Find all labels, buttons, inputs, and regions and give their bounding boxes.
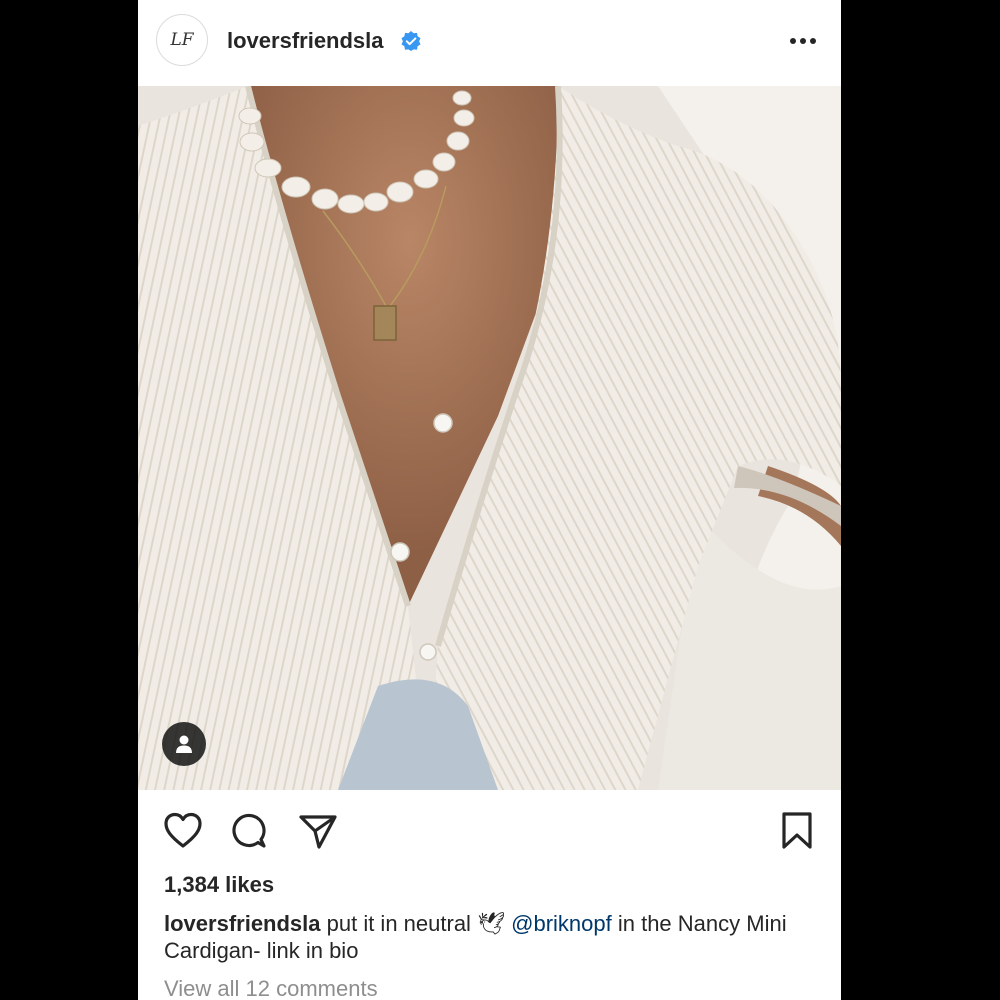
photo-illustration: [138, 86, 841, 790]
likes-count[interactable]: 1,384 likes: [164, 872, 274, 898]
more-options-icon[interactable]: [789, 36, 817, 46]
bookmark-icon[interactable]: [776, 810, 818, 852]
post-header: LF loversfriendsla: [138, 0, 841, 86]
post-actions: [138, 790, 841, 870]
profile-avatar[interactable]: LF: [156, 14, 208, 66]
verified-badge-icon: [401, 31, 421, 51]
caption-mention[interactable]: @briknopf: [511, 911, 612, 936]
caption-username[interactable]: loversfriendsla: [164, 911, 321, 936]
post-caption: loversfriendsla put it in neutral 🕊 @bri…: [164, 910, 824, 964]
dove-emoji-icon: 🕊: [477, 911, 505, 936]
heart-icon[interactable]: [162, 810, 204, 852]
post-username[interactable]: loversfriendsla: [227, 28, 384, 54]
share-icon[interactable]: [297, 810, 339, 852]
user-tag-button[interactable]: [162, 722, 206, 766]
instagram-post: LF loversfriendsla 1,384 likes loversfri…: [138, 0, 841, 1000]
post-photo[interactable]: [138, 86, 841, 790]
view-comments-link[interactable]: View all 12 comments: [164, 976, 378, 1000]
caption-text-before: put it in neutral: [320, 911, 478, 936]
user-tag-icon: [176, 735, 192, 753]
comment-icon[interactable]: [228, 810, 270, 852]
